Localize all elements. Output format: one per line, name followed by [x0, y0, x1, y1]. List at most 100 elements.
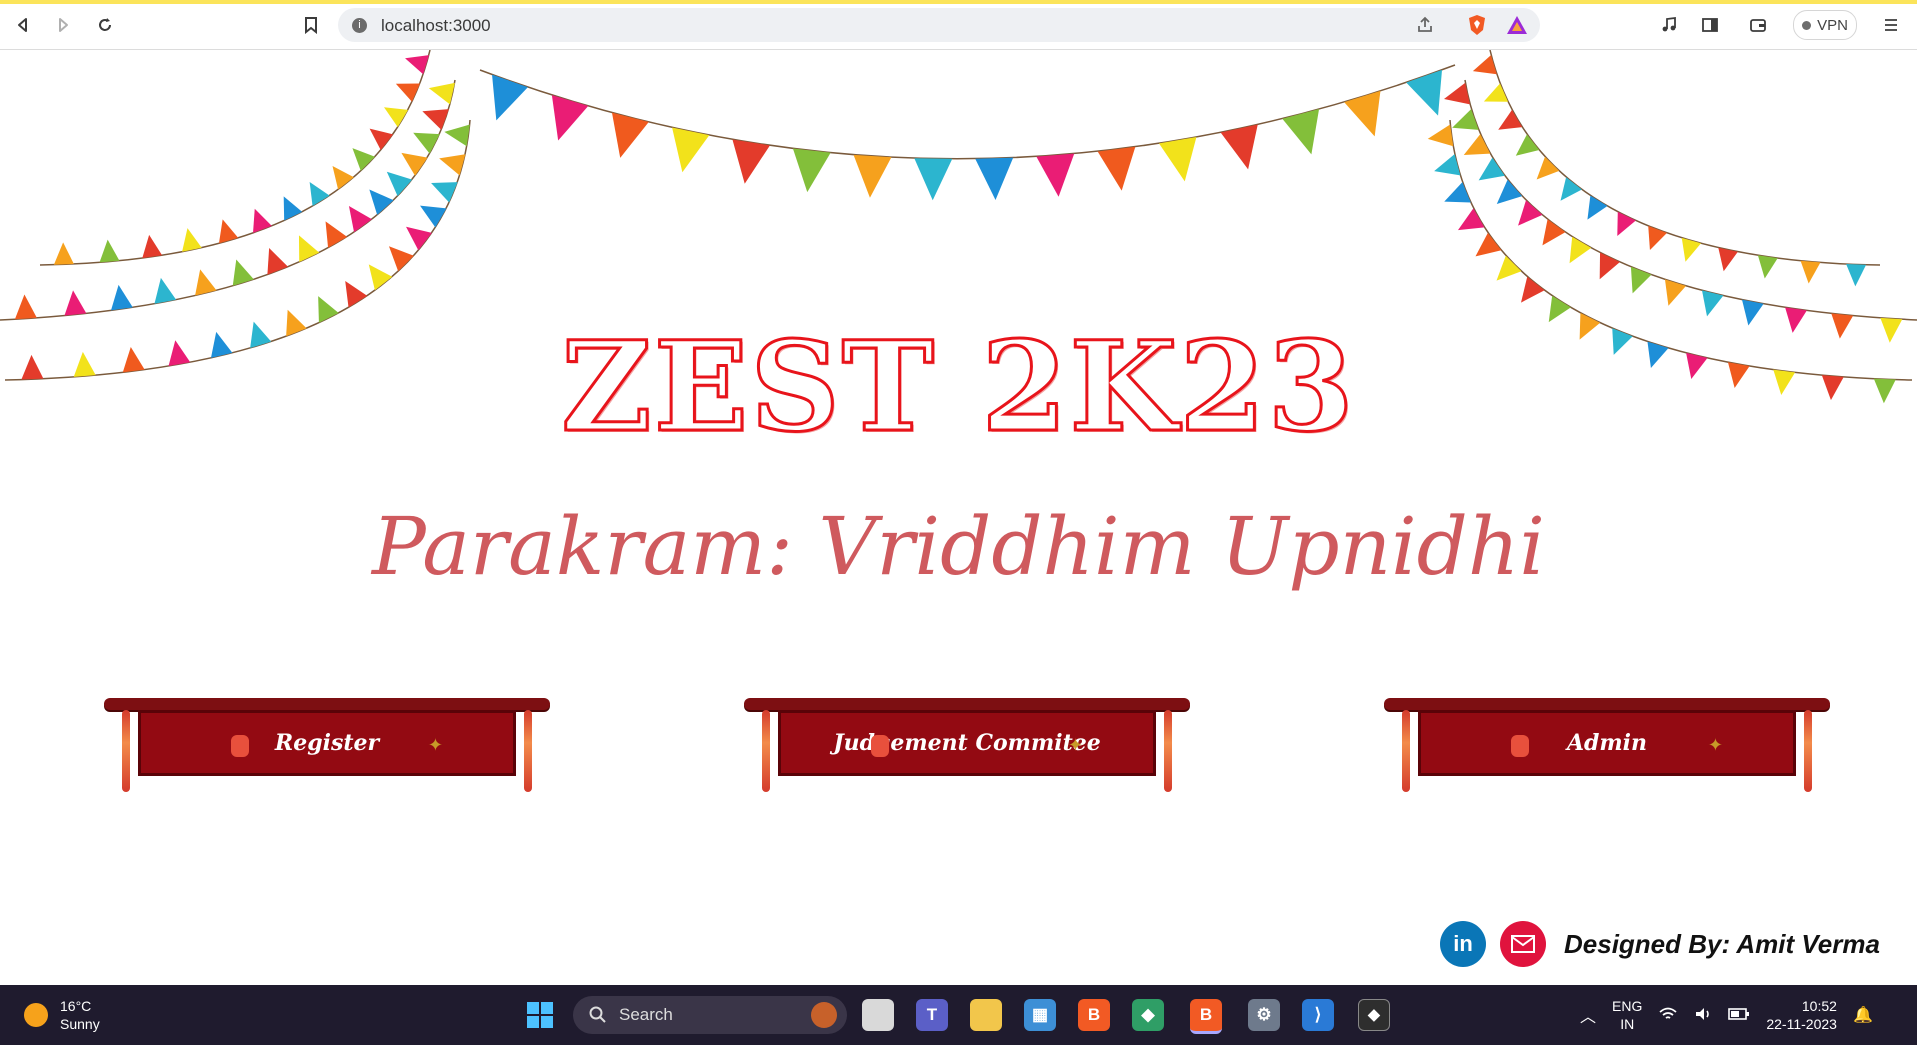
pennant-flag	[64, 290, 87, 316]
banner-rail	[1384, 698, 1830, 710]
pennant-flag	[431, 182, 458, 203]
weather-widget[interactable]: 16°C Sunny	[24, 997, 100, 1033]
admin-button[interactable]: Admin ✦	[1418, 710, 1796, 776]
pennant-flag	[395, 83, 421, 102]
region-label[interactable]: IN	[1612, 1015, 1642, 1033]
taskbar-search[interactable]: Search	[573, 996, 847, 1034]
battery-icon[interactable]	[1728, 1007, 1750, 1024]
share-icon[interactable]	[1416, 16, 1434, 39]
brave-shields-icon[interactable]	[1466, 14, 1488, 41]
search-icon	[589, 1006, 606, 1023]
pennant-flag	[1518, 200, 1543, 226]
microsoft-store-icon[interactable]: ▦	[1024, 999, 1056, 1031]
volume-icon[interactable]	[1694, 1006, 1712, 1025]
media-icon[interactable]	[1656, 12, 1682, 38]
taskbar: 16°C Sunny Search T ▦ B ◆ B ⚙ ⟩ ⬥ ︿ ENG …	[0, 985, 1917, 1045]
file-explorer-icon[interactable]	[970, 999, 1002, 1031]
lantern-icon	[1164, 710, 1172, 792]
pennant-flag	[1846, 264, 1867, 287]
brave-rewards-icon[interactable]	[1506, 14, 1528, 41]
pennant-flag	[1587, 195, 1608, 220]
windows-start-icon[interactable]	[524, 999, 556, 1031]
pennant-flag	[1542, 219, 1566, 246]
pennant-flag	[267, 248, 288, 275]
pennant-flag	[1344, 90, 1381, 137]
lantern-icon	[1402, 710, 1410, 792]
brave-active-icon[interactable]: B	[1190, 999, 1222, 1034]
pennant-flag	[1483, 83, 1509, 102]
wallet-icon[interactable]	[1745, 12, 1771, 38]
menu-icon[interactable]	[1878, 12, 1904, 38]
pennant-flag	[369, 128, 394, 151]
register-banner: Register ✦	[104, 698, 550, 802]
pennant-flag	[1718, 247, 1738, 272]
event-title: ZEST 2K23	[560, 314, 1356, 462]
vscode-icon[interactable]: ⟩	[1302, 999, 1334, 1031]
settings-icon[interactable]: ⚙	[1248, 999, 1280, 1031]
pennant-flag	[1452, 109, 1479, 130]
pennant-flag	[1521, 276, 1545, 303]
search-label: Search	[619, 1005, 673, 1024]
site-info-icon[interactable]: i	[352, 18, 367, 33]
pennant-flag	[792, 148, 831, 193]
pennant-flag	[672, 127, 710, 173]
teams-chat-icon[interactable]: T	[916, 999, 948, 1031]
git-icon[interactable]: ◆	[1132, 999, 1164, 1031]
banner-rail	[744, 698, 1190, 710]
judgement-committee-button[interactable]: Judgement Commitee ✦	[778, 710, 1156, 776]
browser-toolbar: i localhost:3000 VPN	[0, 0, 1917, 50]
weather-desc: Sunny	[60, 1016, 100, 1032]
pennant-flag	[1457, 208, 1485, 231]
clock[interactable]: 10:52 22-11-2023	[1766, 997, 1837, 1033]
lantern-icon	[871, 735, 889, 757]
pennant-flag	[1757, 255, 1778, 279]
vpn-button[interactable]: VPN	[1793, 10, 1857, 40]
pennant-flag	[1036, 153, 1075, 197]
pennant-flag	[253, 208, 272, 233]
chevron-up-icon[interactable]: ︿	[1580, 1003, 1596, 1027]
register-button[interactable]: Register ✦	[138, 710, 516, 776]
admin-label: Admin	[1566, 730, 1648, 756]
weather-temp: 16°C	[60, 998, 92, 1014]
sidebar-icon[interactable]	[1697, 12, 1723, 38]
bookmark-icon[interactable]	[298, 12, 324, 38]
reload-icon[interactable]	[92, 12, 118, 38]
pennant-flag	[332, 166, 354, 190]
pennant-flag	[352, 148, 376, 171]
bird-icon: ✦	[427, 735, 443, 755]
language-label[interactable]: ENG	[1612, 997, 1642, 1015]
pennant-flag	[283, 196, 303, 221]
pennant-flag	[386, 171, 413, 197]
forward-icon[interactable]	[50, 12, 76, 38]
pennant-flag	[1463, 134, 1491, 155]
task-view-icon[interactable]	[862, 999, 894, 1031]
pennant-flag	[1617, 211, 1636, 237]
page-load-bar	[0, 0, 1917, 4]
pennant-flag	[1569, 236, 1592, 264]
wifi-icon[interactable]	[1658, 1006, 1678, 1025]
pennant-flag	[551, 95, 589, 141]
admin-banner: Admin ✦	[1384, 698, 1830, 802]
pennant-flag	[388, 246, 414, 272]
pennant-flag	[1498, 109, 1523, 130]
email-icon[interactable]	[1500, 921, 1546, 967]
linkedin-label: in	[1453, 931, 1473, 956]
lantern-icon	[122, 710, 130, 792]
pennant-flag	[1496, 179, 1523, 204]
address-bar[interactable]: i localhost:3000	[338, 8, 1540, 42]
mongodb-icon[interactable]: ⬥	[1358, 999, 1390, 1031]
pennant-flag	[492, 74, 528, 121]
url-text[interactable]: localhost:3000	[381, 16, 491, 36]
bird-icon: ✦	[1707, 735, 1723, 755]
pennant-flag	[1220, 124, 1258, 170]
back-icon[interactable]	[10, 12, 36, 38]
brave-browser-icon[interactable]: B	[1078, 999, 1110, 1031]
linkedin-icon[interactable]: in	[1440, 921, 1486, 967]
system-tray: ︿ ENG IN 10:52 22-11-2023 🔔	[1580, 997, 1873, 1033]
search-highlight-icon	[811, 1002, 837, 1028]
pennant-flag	[444, 124, 470, 147]
notification-bell-icon[interactable]: 🔔	[1853, 1005, 1873, 1025]
pennant-flag	[345, 280, 368, 308]
pennant-flag	[732, 139, 770, 184]
pennant-flag	[975, 157, 1014, 200]
